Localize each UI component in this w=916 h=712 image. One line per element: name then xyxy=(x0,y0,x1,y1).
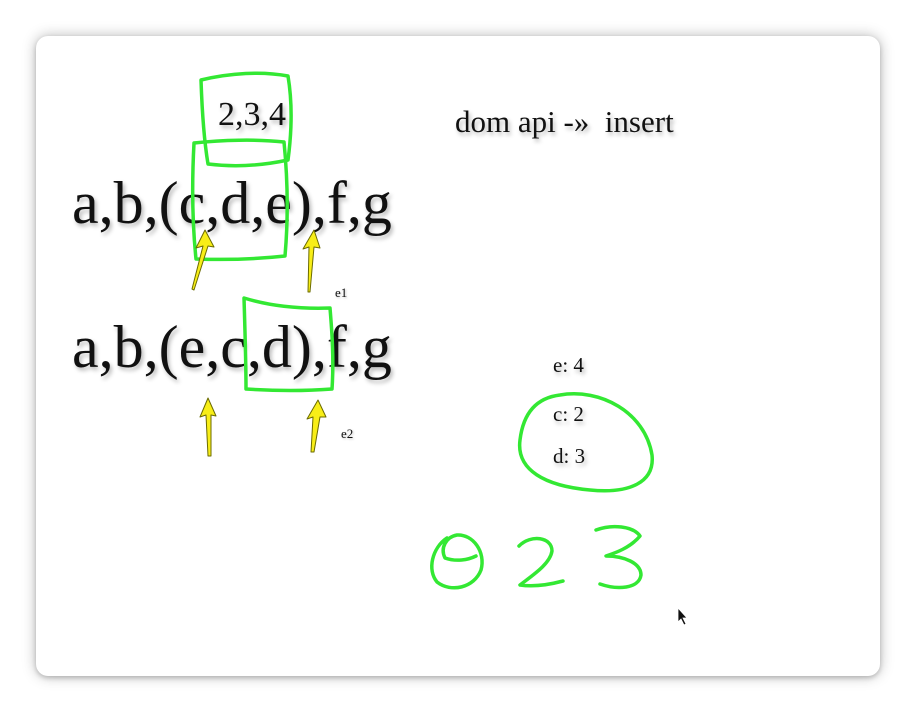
pointer-label-e1: e1 xyxy=(335,285,348,300)
key-map-entry-e: e: 4 xyxy=(553,353,584,377)
key-map-entry-c: c: 2 xyxy=(553,402,584,426)
pointer-label-e2: e2 xyxy=(341,426,354,441)
new-sequence: a,b,(e,c,d),f,g xyxy=(72,314,392,380)
old-sequence: a,b,(c,d,e),f,g xyxy=(72,170,392,236)
dom-api-insert-label: dom api -» insert xyxy=(455,104,674,139)
key-map-entry-d: d: 3 xyxy=(553,444,586,468)
index-list-label: 2,3,4 xyxy=(218,96,286,133)
